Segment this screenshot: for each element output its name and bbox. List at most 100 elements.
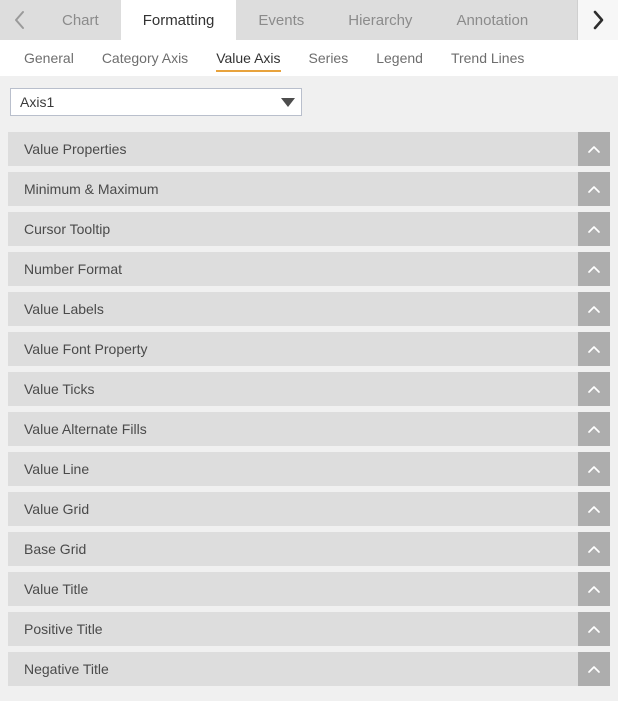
chevron-up-icon bbox=[587, 545, 601, 554]
chevron-up-icon bbox=[587, 385, 601, 394]
chevron-up-icon bbox=[587, 185, 601, 194]
accordion-header-value-grid[interactable]: Value Grid bbox=[8, 492, 578, 526]
chevron-right-icon bbox=[590, 9, 606, 31]
tabs-scroll-left-button[interactable] bbox=[0, 0, 40, 40]
accordion-label: Value Labels bbox=[24, 301, 104, 317]
chevron-up-icon bbox=[587, 265, 601, 274]
accordion-header-value-properties[interactable]: Value Properties bbox=[8, 132, 578, 166]
accordion-toggle-value-font-property[interactable] bbox=[578, 332, 610, 366]
accordion-toggle-value-title[interactable] bbox=[578, 572, 610, 606]
chevron-up-icon bbox=[587, 505, 601, 514]
accordion-toggle-value-properties[interactable] bbox=[578, 132, 610, 166]
accordion-label: Value Line bbox=[24, 461, 90, 477]
accordion-toggle-positive-title[interactable] bbox=[578, 612, 610, 646]
accordion-header-value-line[interactable]: Value Line bbox=[8, 452, 578, 486]
subtab-series[interactable]: Series bbox=[295, 40, 363, 76]
accordion-header-value-labels[interactable]: Value Labels bbox=[8, 292, 578, 326]
accordion-item: Value Grid bbox=[8, 492, 610, 526]
accordion-header-minimum-maximum[interactable]: Minimum & Maximum bbox=[8, 172, 578, 206]
accordion-label: Base Grid bbox=[24, 541, 87, 557]
accordion-item: Base Grid bbox=[8, 532, 610, 566]
chevron-up-icon bbox=[587, 225, 601, 234]
chevron-up-icon bbox=[587, 585, 601, 594]
accordion-toggle-value-labels[interactable] bbox=[578, 292, 610, 326]
accordion-toggle-base-grid[interactable] bbox=[578, 532, 610, 566]
accordion-toggle-minimum-maximum[interactable] bbox=[578, 172, 610, 206]
subtab-value-axis[interactable]: Value Axis bbox=[202, 40, 294, 76]
accordion-header-number-format[interactable]: Number Format bbox=[8, 252, 578, 286]
tab-annotation[interactable]: Annotation bbox=[434, 0, 551, 40]
tab-chart[interactable]: Chart bbox=[40, 0, 121, 40]
accordion-header-cursor-tooltip[interactable]: Cursor Tooltip bbox=[8, 212, 578, 246]
value-axis-panel: Axis1 Value Properties Minimum & Maximum… bbox=[0, 76, 618, 686]
subtab-label: General bbox=[24, 50, 74, 66]
accordion-item: Minimum & Maximum bbox=[8, 172, 610, 206]
subtab-label: Value Axis bbox=[216, 50, 281, 66]
tab-hierarchy[interactable]: Hierarchy bbox=[326, 0, 435, 40]
subtab-trend-lines[interactable]: Trend Lines bbox=[437, 40, 538, 76]
accordion-item: Value Alternate Fills bbox=[8, 412, 610, 446]
accordion-header-positive-title[interactable]: Positive Title bbox=[8, 612, 578, 646]
chevron-up-icon bbox=[587, 145, 601, 154]
accordion-toggle-value-grid[interactable] bbox=[578, 492, 610, 526]
tab-events[interactable]: Events bbox=[236, 0, 327, 40]
value-axis-accordion: Value Properties Minimum & Maximum Curso… bbox=[0, 132, 618, 686]
accordion-item: Negative Title bbox=[8, 652, 610, 686]
accordion-label: Minimum & Maximum bbox=[24, 181, 159, 197]
accordion-label: Value Properties bbox=[24, 141, 127, 157]
axis-select-value: Axis1 bbox=[20, 94, 55, 110]
chevron-up-icon bbox=[587, 465, 601, 474]
accordion-label: Positive Title bbox=[24, 621, 103, 637]
accordion-header-value-font-property[interactable]: Value Font Property bbox=[8, 332, 578, 366]
chevron-up-icon bbox=[587, 345, 601, 354]
tab-label: Formatting bbox=[142, 11, 215, 29]
axis-select[interactable]: Axis1 bbox=[10, 88, 302, 116]
accordion-item: Value Labels bbox=[8, 292, 610, 326]
accordion-label: Number Format bbox=[24, 261, 123, 277]
accordion-item: Value Title bbox=[8, 572, 610, 606]
tab-label: Events bbox=[258, 11, 305, 29]
subtab-general[interactable]: General bbox=[10, 40, 88, 76]
accordion-item: Value Font Property bbox=[8, 332, 610, 366]
subtab-category-axis[interactable]: Category Axis bbox=[88, 40, 202, 76]
accordion-item: Positive Title bbox=[8, 612, 610, 646]
accordion-item: Value Properties bbox=[8, 132, 610, 166]
top-tab-strip: Chart Formatting Events Hierarchy Annota… bbox=[0, 0, 618, 40]
tab-label: Chart bbox=[62, 11, 99, 29]
accordion-label: Value Grid bbox=[24, 501, 90, 517]
accordion-item: Cursor Tooltip bbox=[8, 212, 610, 246]
accordion-header-value-alternate-fills[interactable]: Value Alternate Fills bbox=[8, 412, 578, 446]
accordion-header-base-grid[interactable]: Base Grid bbox=[8, 532, 578, 566]
accordion-label: Value Ticks bbox=[24, 381, 95, 397]
tabs-scroll-right-button[interactable] bbox=[578, 0, 618, 40]
accordion-header-negative-title[interactable]: Negative Title bbox=[8, 652, 578, 686]
chevron-up-icon bbox=[587, 625, 601, 634]
tab-formatting[interactable]: Formatting bbox=[120, 0, 237, 40]
accordion-item: Value Line bbox=[8, 452, 610, 486]
subtab-label: Trend Lines bbox=[450, 50, 525, 66]
accordion-item: Value Ticks bbox=[8, 372, 610, 406]
accordion-toggle-cursor-tooltip[interactable] bbox=[578, 212, 610, 246]
chevron-up-icon bbox=[587, 425, 601, 434]
chevron-up-icon bbox=[587, 665, 601, 674]
subtab-label: Series bbox=[308, 50, 349, 66]
accordion-item: Number Format bbox=[8, 252, 610, 286]
accordion-toggle-value-line[interactable] bbox=[578, 452, 610, 486]
tab-label: Annotation bbox=[456, 11, 529, 29]
chevron-up-icon bbox=[587, 305, 601, 314]
accordion-header-value-ticks[interactable]: Value Ticks bbox=[8, 372, 578, 406]
subtab-label: Category Axis bbox=[101, 50, 189, 66]
accordion-label: Cursor Tooltip bbox=[24, 221, 111, 237]
sub-tab-bar: General Category Axis Value Axis Series … bbox=[0, 40, 618, 76]
caret-down-icon bbox=[275, 97, 301, 107]
accordion-label: Value Title bbox=[24, 581, 89, 597]
accordion-label: Value Font Property bbox=[24, 341, 148, 357]
tab-label: Hierarchy bbox=[348, 11, 413, 29]
accordion-toggle-number-format[interactable] bbox=[578, 252, 610, 286]
accordion-toggle-value-alternate-fills[interactable] bbox=[578, 412, 610, 446]
accordion-toggle-negative-title[interactable] bbox=[578, 652, 610, 686]
accordion-header-value-title[interactable]: Value Title bbox=[8, 572, 578, 606]
subtab-legend[interactable]: Legend bbox=[362, 40, 437, 76]
subtab-label: Legend bbox=[376, 50, 423, 66]
accordion-toggle-value-ticks[interactable] bbox=[578, 372, 610, 406]
